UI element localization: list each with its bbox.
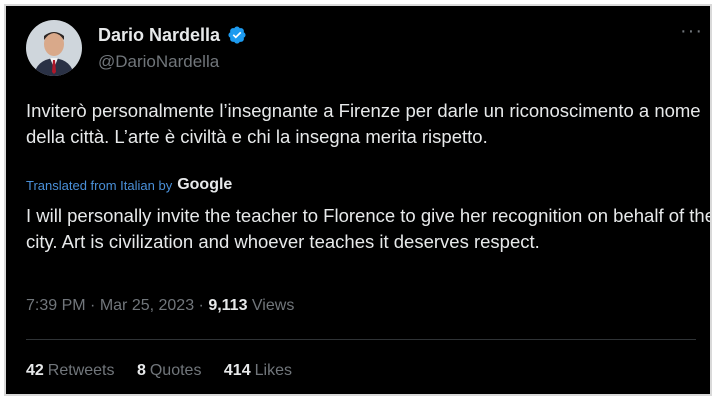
likes-count: 414 bbox=[223, 362, 251, 379]
quotes-count: 8 bbox=[136, 362, 146, 379]
engagement-stats: 42 Retweets 8 Quotes 414 Likes bbox=[26, 362, 310, 380]
tweet-card: Dario Nardella @DarioNardella ··· Invite… bbox=[4, 4, 712, 396]
author-handle[interactable]: @DarioNardella bbox=[98, 52, 219, 72]
divider bbox=[26, 339, 696, 340]
translation-attribution: Translated from Italian by Google bbox=[26, 176, 232, 194]
avatar[interactable] bbox=[26, 20, 82, 76]
quotes-link[interactable]: 8 Quotes bbox=[137, 362, 202, 379]
retweets-count: 42 bbox=[26, 362, 44, 379]
more-options-icon[interactable]: ··· bbox=[680, 20, 703, 43]
google-logo: Google bbox=[177, 176, 233, 193]
views-label: Views bbox=[251, 297, 295, 314]
quotes-label: Quotes bbox=[149, 362, 202, 379]
tweet-meta: 7:39 PM · Mar 25, 2023 · 9,113 Views bbox=[26, 297, 294, 315]
tweet-time[interactable]: 7:39 PM bbox=[26, 297, 86, 314]
meta-separator: · bbox=[85, 297, 100, 314]
likes-link[interactable]: 414 Likes bbox=[224, 362, 292, 379]
meta-separator: · bbox=[194, 297, 209, 314]
views-count: 9,113 bbox=[208, 297, 248, 314]
retweets-label: Retweets bbox=[47, 362, 115, 379]
translated-label[interactable]: Translated from Italian by bbox=[26, 178, 172, 193]
verified-badge-icon bbox=[228, 26, 246, 44]
tweet-date[interactable]: Mar 25, 2023 bbox=[100, 297, 194, 314]
likes-label: Likes bbox=[254, 362, 292, 379]
author-name[interactable]: Dario Nardella bbox=[98, 25, 220, 46]
tweet-text: Inviterò personalmente l’insegnante a Fi… bbox=[26, 100, 701, 147]
retweets-link[interactable]: 42 Retweets bbox=[26, 362, 115, 379]
translated-text: I will personally invite the teacher to … bbox=[26, 205, 712, 252]
